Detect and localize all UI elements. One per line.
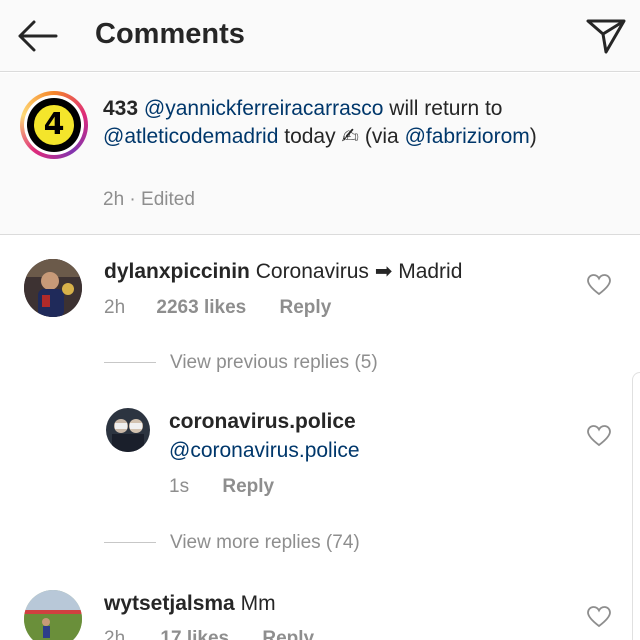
reply-time: 1s <box>169 476 190 497</box>
arrow-left-icon <box>18 20 58 52</box>
caption-mention[interactable]: @atleticodemadrid <box>103 125 278 148</box>
heart-outline-icon[interactable] <box>587 606 611 628</box>
avatar[interactable] <box>24 590 82 640</box>
top-bar: Comments <box>0 0 640 72</box>
comment-username[interactable]: wytsetjalsma <box>104 592 235 615</box>
comment-meta: 2h 17 likes Reply <box>104 628 314 640</box>
comment-body: Coronavirus ➡ Madrid <box>255 260 463 283</box>
reply-username: coronavirus.police <box>169 410 356 433</box>
caption-body: @yannickferreiracarrasco will return to … <box>103 97 537 148</box>
reply-button[interactable]: Reply <box>222 476 274 497</box>
caption-text: 433 @yannickferreiracarrasco will return… <box>103 95 618 151</box>
caption-mention[interactable]: @fabriziorom <box>405 125 530 148</box>
reply-button[interactable]: Reply <box>280 297 332 318</box>
view-previous-replies[interactable]: View previous replies (5) <box>104 352 378 374</box>
page-title: Comments <box>95 18 245 50</box>
comment-text: wytsetjalsma Mm <box>104 592 276 616</box>
caption-text-segment: will return to <box>383 97 503 120</box>
comment-meta: 2h 2263 likes Reply <box>104 297 331 319</box>
account-logo: 4 <box>27 98 81 152</box>
avatar: 4 <box>24 95 84 155</box>
meta-separator: · <box>129 189 136 210</box>
post-caption: 4 433 @yannickferreiracarrasco will retu… <box>0 73 640 235</box>
reply-mention[interactable]: @coronavirus.police <box>169 439 360 462</box>
share-button[interactable] <box>584 14 628 58</box>
comment-row: dylanxpiccinin Coronavirus ➡ Madrid 2h 2… <box>0 237 640 347</box>
divider <box>104 362 156 364</box>
comment-username[interactable]: dylanxpiccinin <box>104 260 250 283</box>
comment-body: Mm <box>240 592 276 615</box>
caption-meta: 2h · Edited <box>103 189 195 211</box>
story-ring[interactable]: 4 <box>20 91 88 159</box>
paper-plane-icon <box>586 19 626 54</box>
reply-body: @coronavirus.police <box>169 439 360 463</box>
caption-mention[interactable]: @yannickferreiracarrasco <box>144 97 384 120</box>
avatar[interactable] <box>24 259 82 317</box>
caption-text-segment: today ✍ (via <box>278 125 405 148</box>
back-button[interactable] <box>14 16 60 56</box>
scroll-indicator <box>632 372 640 640</box>
heart-outline-icon[interactable] <box>587 274 611 296</box>
caption-text-segment: ) <box>529 125 537 148</box>
comment-text: dylanxpiccinin Coronavirus ➡ Madrid <box>104 259 462 284</box>
caption-time: 2h <box>103 189 125 210</box>
comment-time: 2h <box>104 628 126 640</box>
heart-outline-icon[interactable] <box>587 425 611 447</box>
reply-button[interactable]: Reply <box>262 628 314 640</box>
edited-label: Edited <box>141 189 195 210</box>
caption-username[interactable]: 433 <box>103 97 138 120</box>
likes-count[interactable]: 2263 likes <box>156 297 246 318</box>
comment-row: wytsetjalsma Mm 2h 17 likes Reply <box>0 570 640 640</box>
view-more-replies[interactable]: View more replies (74) <box>104 532 360 554</box>
comment-time: 2h <box>104 297 126 318</box>
divider <box>104 542 156 544</box>
likes-count[interactable]: 17 likes <box>160 628 229 640</box>
reply-meta: 1s Reply <box>169 476 274 498</box>
reply-row: coronavirus.police @coronavirus.police 1… <box>0 400 640 510</box>
avatar[interactable] <box>106 408 150 452</box>
